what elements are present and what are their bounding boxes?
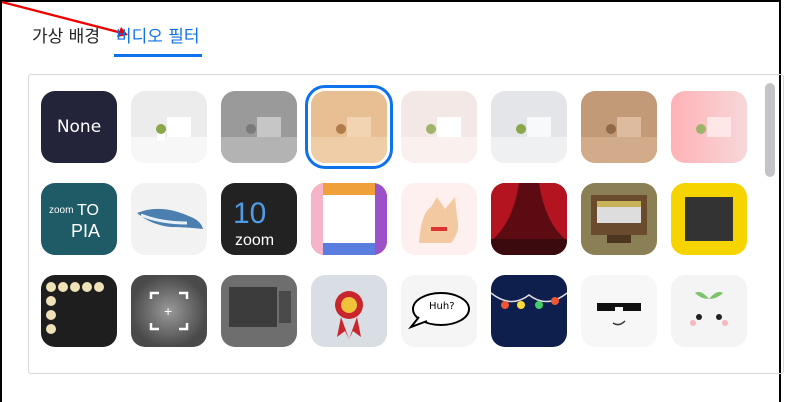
scrollbar-thumb[interactable] xyxy=(765,83,775,177)
filter-tv-frame[interactable] xyxy=(221,275,297,347)
filter-string-lights[interactable] xyxy=(491,275,567,347)
filter-sprout-face[interactable] xyxy=(671,275,747,347)
svg-text:zoom: zoom xyxy=(235,232,274,249)
svg-text:10: 10 xyxy=(233,197,266,230)
filter-sunglasses[interactable] xyxy=(581,275,657,347)
svg-text:TO: TO xyxy=(77,202,99,219)
filter-zoomtopia[interactable]: zoom TO PIA xyxy=(41,183,117,255)
filter-room-gray[interactable] xyxy=(221,91,297,163)
filter-speech-bubble[interactable]: Huh? xyxy=(401,275,477,347)
svg-text:PIA: PIA xyxy=(71,221,100,241)
filter-room-pink[interactable] xyxy=(401,91,477,163)
filter-rainbow-frame[interactable] xyxy=(311,183,387,255)
filter-none-label: None xyxy=(56,117,102,137)
speech-bubble-label: Huh? xyxy=(429,301,455,312)
filter-focus-frame[interactable]: + xyxy=(131,275,207,347)
filter-room-brown[interactable] xyxy=(581,91,657,163)
filter-zoom-10[interactable]: 10 zoom xyxy=(221,183,297,255)
filter-room-rose[interactable] xyxy=(671,91,747,163)
tab-virtual-background[interactable]: 가상 배경 xyxy=(30,18,102,48)
filter-corgi[interactable] xyxy=(401,183,477,255)
svg-text:+: + xyxy=(164,303,172,319)
filter-first-place-ribbon[interactable] xyxy=(311,275,387,347)
filter-none[interactable]: None xyxy=(41,91,117,163)
tab-bar: 가상 배경 비디오 필터 xyxy=(30,18,202,58)
filter-theater[interactable] xyxy=(491,183,567,255)
svg-text:zoom: zoom xyxy=(49,205,73,216)
filter-lightbulb-frame[interactable] xyxy=(41,275,117,347)
filter-panel: None zoom TO PIA 10 zoom + Huh? xyxy=(28,74,784,374)
filter-retro-tv[interactable] xyxy=(581,183,657,255)
filter-grid: None zoom TO PIA 10 zoom + Huh? xyxy=(41,85,747,347)
filter-emoji-frame[interactable] xyxy=(671,183,747,255)
filter-whale[interactable] xyxy=(131,183,207,255)
filter-room-white[interactable] xyxy=(131,91,207,163)
filter-room-tan[interactable] xyxy=(305,85,393,169)
tab-video-filter[interactable]: 비디오 필터 xyxy=(113,18,202,57)
filter-room-lightgray[interactable] xyxy=(491,91,567,163)
